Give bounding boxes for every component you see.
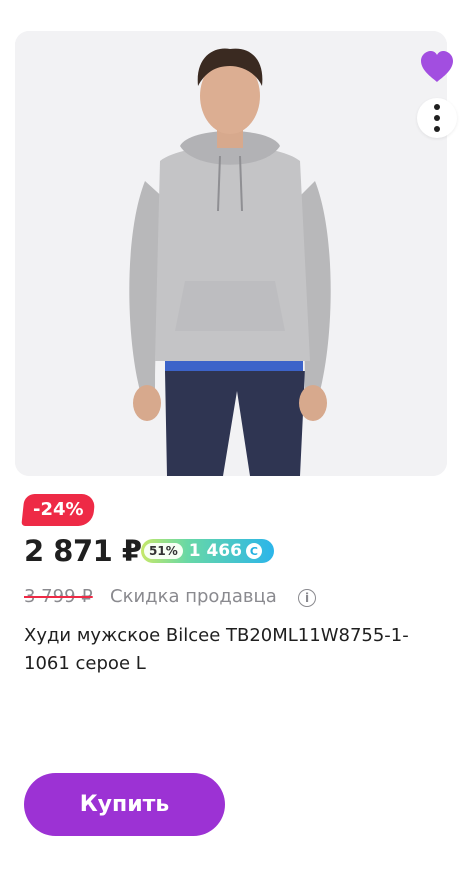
bonus-percent: 51% [144,543,183,559]
old-price: 3 799 ₽ [24,586,93,607]
discount-badge-label: -24% [33,499,84,520]
discount-badge: -24% [21,494,96,526]
heart-icon[interactable] [418,49,456,85]
product-photo[interactable] [15,31,447,476]
more-vertical-icon[interactable] [417,98,457,138]
bonus-coin-icon: С [245,543,262,559]
seller-discount-label: Скидка продавца [110,586,277,607]
buy-button[interactable]: Купить [24,773,225,836]
product-title[interactable]: Худи мужское Bilcee TB20ML11W8755-1-1061… [24,622,454,678]
bonus-badge: 51% 1 466 С [141,539,274,563]
info-icon[interactable]: i [298,589,316,607]
bonus-value: 1 466 [188,541,242,561]
product-image-card[interactable] [15,31,447,476]
current-price: 2 871 ₽ [24,534,142,568]
